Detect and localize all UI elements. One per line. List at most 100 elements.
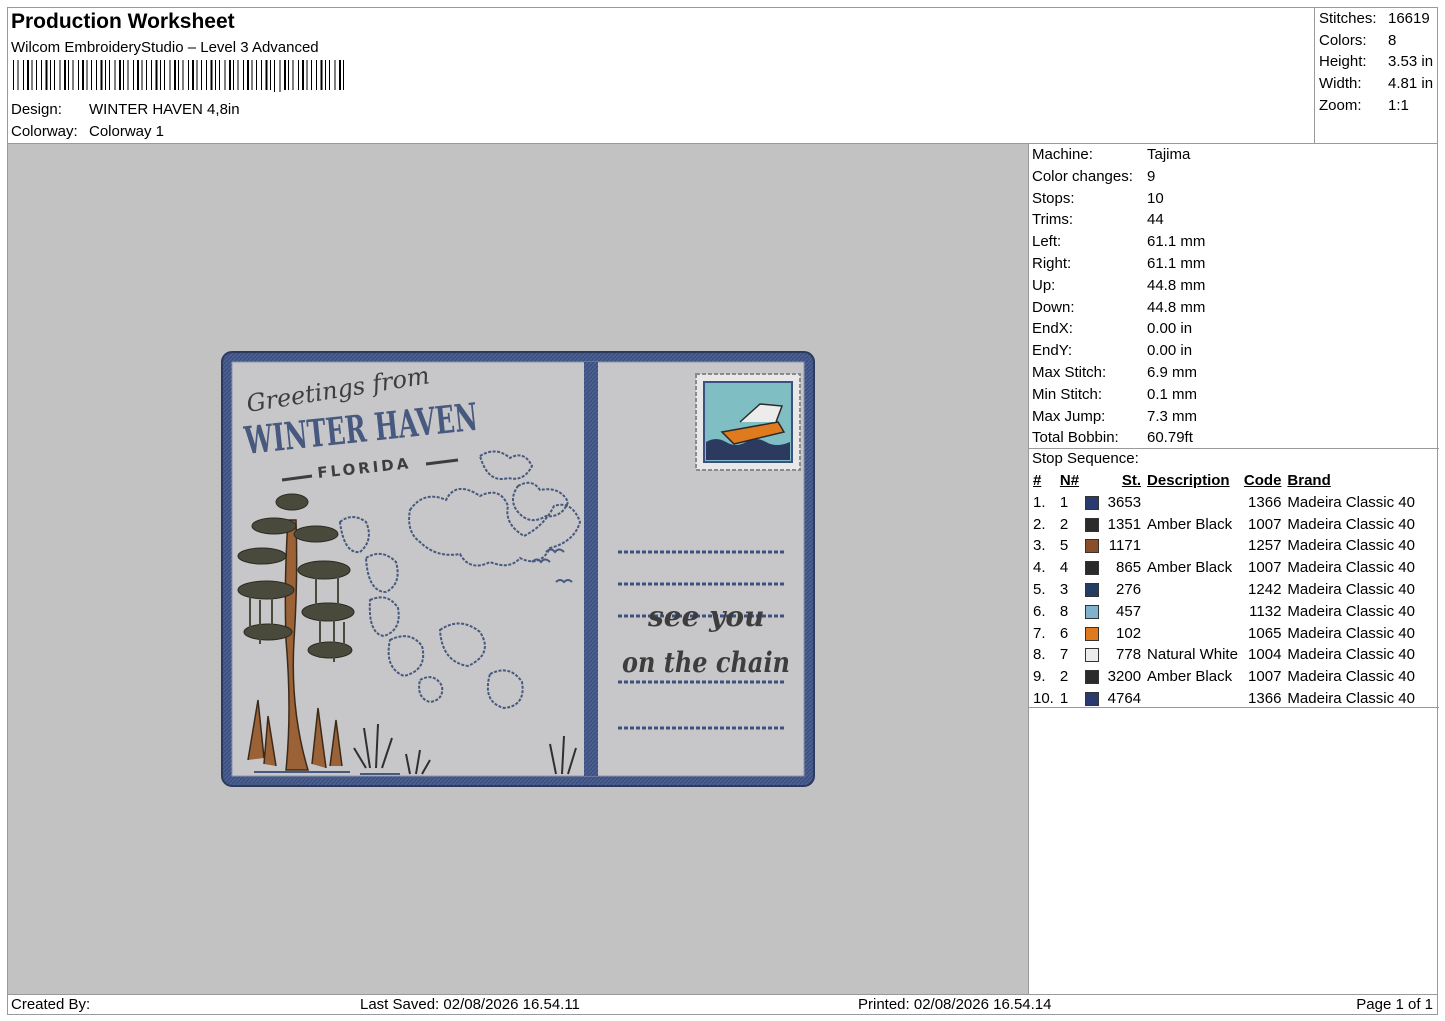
row-index: 3. (1033, 537, 1046, 555)
row-needle: 4 (1059, 559, 1069, 577)
row-description (1144, 623, 1241, 645)
row-brand: Madeira Classic 40 (1287, 668, 1415, 686)
row-code: 1007 (1248, 668, 1282, 686)
row-description (1144, 492, 1241, 514)
column-header-index: # (1033, 472, 1042, 489)
row-stitches: 1171 (1082, 535, 1144, 557)
row-index: 2. (1033, 515, 1046, 533)
summary-row: Height: 3.53 in (1319, 53, 1434, 71)
design-label: Design: (11, 101, 62, 118)
info-row: EndY: 0.00 in (1032, 342, 1193, 360)
message-line-2: on the chain (622, 646, 790, 679)
colorway-name: Colorway 1 (89, 123, 165, 140)
row-brand: Madeira Classic 40 (1287, 602, 1415, 620)
preview-divider (1028, 144, 1029, 994)
row-brand: Madeira Classic 40 (1287, 537, 1415, 555)
row-needle: 5 (1059, 537, 1069, 555)
info-row: Max Jump: 7.3 mm (1032, 407, 1198, 425)
color-swatch (1085, 539, 1100, 554)
row-stitches: 778 (1082, 644, 1144, 666)
row-description: Amber Black (1147, 559, 1233, 577)
row-code: 1004 (1248, 646, 1282, 664)
summary-row: Stitches: 16619 (1319, 10, 1430, 27)
table-row: 7. 6 102 1065 Madeira Classic 40 (1030, 623, 1418, 645)
color-swatch (1085, 495, 1100, 510)
column-header-description: Description (1147, 472, 1230, 489)
summary-row: Width: 4.81 in (1319, 75, 1434, 93)
table-row: 5. 3 276 1242 Madeira Classic 40 (1030, 579, 1418, 601)
table-row: 9. 2 3200 Amber Black 1007 Madeira Classic 40 (1030, 666, 1418, 688)
column-header-code: Code (1243, 472, 1282, 489)
row-description (1144, 579, 1241, 601)
info-row: Min Stitch: 0.1 mm (1032, 385, 1198, 403)
stop-sequence-title: Stop Sequence: (1032, 450, 1139, 467)
row-needle: 1 (1059, 493, 1069, 511)
row-stitches: 102 (1082, 623, 1144, 645)
design-row: Design: WINTER HAVEN 4,8in (11, 101, 240, 118)
row-description (1144, 535, 1241, 557)
row-index: 7. (1033, 624, 1046, 642)
row-code: 1366 (1248, 493, 1282, 511)
info-row: Up: 44.8 mm (1032, 276, 1206, 294)
info-row: Right: 61.1 mm (1032, 254, 1206, 272)
barcode-icon (13, 60, 344, 92)
colorway-label: Colorway: (11, 123, 78, 140)
summary-panel: Stitches: 16619 Colors: 8 Height: 3.53 in W… (1319, 8, 1433, 116)
color-swatch (1085, 626, 1100, 641)
table-header-row: # N# St. Description Code Brand (1030, 470, 1418, 492)
colorway-row: Colorway: Colorway 1 (11, 123, 164, 140)
row-code: 1242 (1248, 580, 1282, 598)
table-row: 4. 4 865 Amber Black 1007 Madeira Classic 40 (1030, 557, 1418, 579)
row-code: 1257 (1248, 537, 1282, 555)
software-name: Wilcom EmbroideryStudio – Level 3 Advanc… (11, 39, 319, 56)
message-line-1: see you (647, 600, 764, 633)
created-by: Created By: (11, 996, 91, 1013)
production-worksheet: Production Worksheet Wilcom EmbroiderySt… (7, 7, 1439, 1015)
postcard-divider (584, 362, 598, 776)
row-index: 6. (1033, 602, 1046, 620)
printed-date: Printed: 02/08/2026 16.54.14 (858, 996, 1052, 1013)
row-needle: 3 (1059, 580, 1069, 598)
table-row: 8. 7 778 Natural White 1004 Madeira Classic 4… (1030, 644, 1418, 666)
summary-row: Colors: 8 (1319, 31, 1397, 49)
row-brand: Madeira Classic 40 (1287, 515, 1415, 533)
table-row: 1. 1 3653 1366 Madeira Classic 40 (1030, 492, 1418, 514)
row-description (1144, 601, 1241, 623)
info-row: Max Stitch: 6.9 mm (1032, 363, 1198, 381)
row-index: 9. (1033, 668, 1046, 686)
row-needle: 8 (1059, 602, 1069, 620)
row-needle: 6 (1059, 624, 1069, 642)
design-preview: Greetings from WINTER HAVEN FLORIDA see … (8, 144, 1028, 994)
row-code: 1065 (1248, 624, 1282, 642)
row-stitches: 3200 (1082, 666, 1144, 688)
last-saved: Last Saved: 02/08/2026 16.54.11 (360, 996, 580, 1013)
footer-separator (8, 994, 1437, 995)
row-index: 8. (1033, 646, 1046, 664)
postcard-embroidery-design: Greetings from WINTER HAVEN FLORIDA see … (221, 351, 815, 787)
column-header-brand: Brand (1287, 472, 1331, 489)
row-code: 1007 (1248, 515, 1282, 533)
color-swatch (1085, 670, 1100, 685)
color-swatch (1085, 517, 1100, 532)
color-swatch (1085, 691, 1100, 706)
row-needle: 2 (1059, 668, 1069, 686)
row-stitches: 865 (1082, 557, 1144, 579)
stop-sequence-bottom-separator (1029, 707, 1439, 708)
table-row: 2. 2 1351 Amber Black 1007 Madeira Classic 40 (1030, 514, 1418, 536)
header-divider (1314, 8, 1315, 143)
info-row: Down: 44.8 mm (1032, 298, 1206, 316)
row-brand: Madeira Classic 40 (1287, 580, 1415, 598)
row-code: 1132 (1249, 602, 1282, 620)
info-row: EndX: 0.00 in (1032, 320, 1193, 338)
info-row: Trims: 44 (1032, 211, 1164, 229)
color-swatch (1085, 604, 1100, 619)
row-stitches: 276 (1082, 579, 1144, 601)
info-row: Stops: 10 (1032, 189, 1164, 207)
column-header-stitches: St. (1121, 472, 1142, 489)
row-index: 4. (1033, 559, 1046, 577)
worksheet-header: Production Worksheet Wilcom EmbroiderySt… (8, 8, 1315, 143)
column-header-needle: N# (1059, 472, 1080, 489)
row-index: 1. (1033, 493, 1046, 511)
color-swatch (1085, 561, 1100, 576)
row-brand: Madeira Classic 40 (1287, 559, 1415, 577)
